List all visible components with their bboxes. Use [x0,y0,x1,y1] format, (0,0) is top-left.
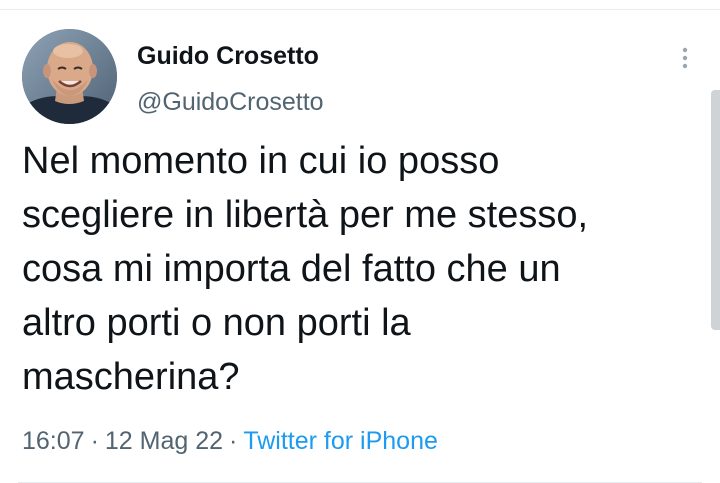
more-options-button[interactable] [670,43,700,73]
tweet-source-link[interactable]: Twitter for iPhone [243,427,438,455]
display-name[interactable]: Guido Crosetto [137,40,324,72]
tweet-text: Nel momento in cui io posso scegliere in… [22,134,692,404]
tweet-time[interactable]: 16:07 [22,427,85,455]
scrollbar[interactable] [711,90,720,330]
meta-separator: · [229,427,238,455]
avatar[interactable] [22,29,117,124]
tweet-metadata: 16:07 · 12 Mag 22 · Twitter for iPhone [22,424,438,458]
user-handle[interactable]: @GuidoCrosetto [137,86,324,118]
tweet-text-line: cosa mi importa del fatto che un [22,248,561,290]
tweet-text-line: scegliere in libertà per me stesso, [22,194,589,236]
tweet-date[interactable]: 12 Mag 22 [105,427,223,455]
tweet-text-line: mascherina? [22,356,240,398]
meta-separator: · [90,427,99,455]
tweet-card[interactable]: Guido Crosetto @GuidoCrosetto Nel moment… [0,0,720,483]
tweet-text-line: Nel momento in cui io posso [22,140,500,182]
author-info[interactable]: Guido Crosetto @GuidoCrosetto [137,40,324,118]
avatar-image [22,29,117,124]
more-vertical-icon [682,47,688,69]
tweet-text-line: altro porti o non porti la [22,302,411,344]
